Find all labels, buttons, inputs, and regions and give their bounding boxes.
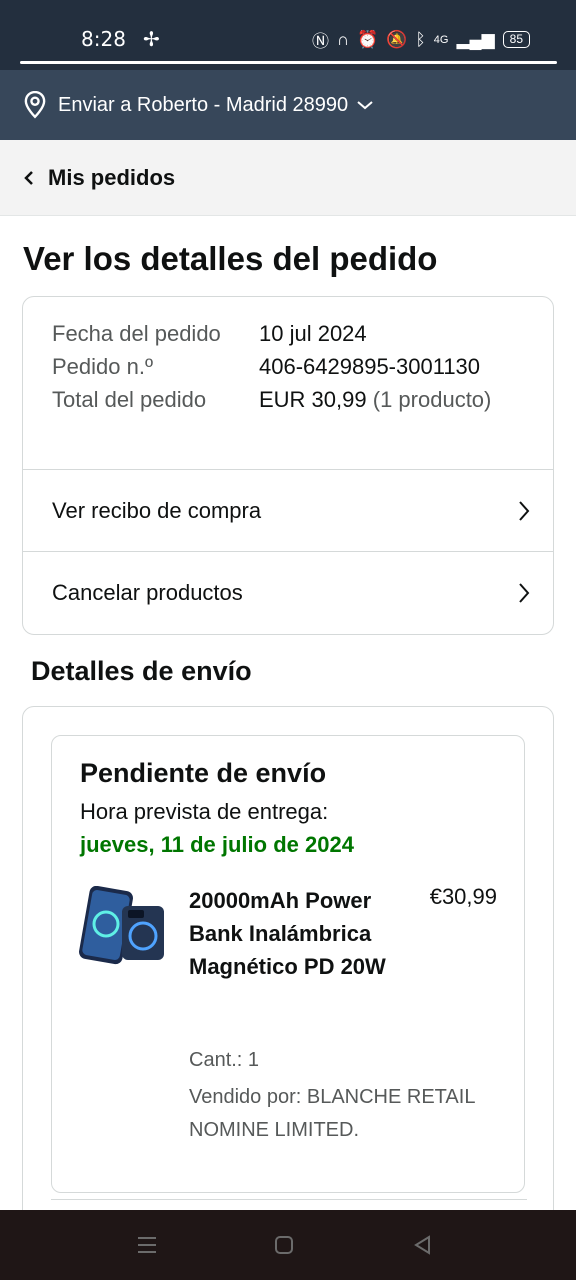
product-seller: Vendido por: BLANCHE RETAIL NOMINE LIMIT…	[189, 1086, 475, 1141]
view-receipt-link[interactable]: Ver recibo de compra	[23, 469, 553, 551]
view-receipt-label: Ver recibo de compra	[52, 497, 262, 523]
product-image[interactable]	[78, 886, 170, 968]
chevron-left-icon	[24, 170, 33, 185]
headphones-icon: ∩	[336, 29, 350, 49]
status-bar: 8:28 ✢ Ⓝ ∩ ⏰ 🔕 ᛒ 4G ▂▄▆ 85	[0, 0, 576, 70]
location-pin-icon	[24, 91, 46, 119]
chevron-right-icon	[519, 582, 530, 603]
order-number-row: Pedido n.º 406-6429895-3001130	[52, 350, 532, 383]
chevron-down-icon	[357, 101, 373, 110]
chevron-right-icon	[519, 500, 530, 521]
alarm-icon: ⏰	[357, 29, 379, 49]
breadcrumb[interactable]: Mis pedidos	[0, 140, 576, 216]
order-total-value: EUR 30,99 (1 producto)	[259, 383, 491, 416]
mute-icon: 🔕	[386, 29, 408, 49]
back-icon[interactable]	[412, 1234, 432, 1256]
cancel-products-label: Cancelar productos	[52, 579, 243, 605]
network-label: 4G	[433, 33, 449, 46]
order-total-amount: EUR 30,99	[259, 387, 367, 412]
status-icons: Ⓝ ∩ ⏰ 🔕 ᛒ 4G ▂▄▆ 85	[312, 27, 530, 52]
product-price: €30,99	[429, 884, 497, 909]
deliver-address: Enviar a Roberto - Madrid 28990	[58, 93, 349, 116]
order-number-label: Pedido n.º	[52, 354, 153, 379]
shipping-card: Pendiente de envío Hora prevista de entr…	[22, 706, 554, 1226]
shipping-section-title: Detalles de envío	[31, 656, 252, 686]
cancel-products-link[interactable]: Cancelar productos	[23, 551, 553, 633]
system-nav-bar	[0, 1210, 576, 1280]
back-link-label: Mis pedidos	[48, 164, 176, 190]
menu-icon[interactable]	[136, 1234, 158, 1256]
status-time: 8:28	[81, 27, 126, 51]
page-title: Ver los detalles del pedido	[23, 240, 438, 277]
deliver-to-bar[interactable]: Enviar a Roberto - Madrid 28990	[0, 70, 576, 140]
order-total-label: Total del pedido	[52, 387, 207, 412]
order-date-value: 10 jul 2024	[259, 321, 367, 346]
order-total-items: (1 producto)	[372, 387, 492, 412]
order-date-label: Fecha del pedido	[52, 321, 221, 346]
order-summary-card: Fecha del pedido 10 jul 2024 Pedido n.º …	[22, 296, 554, 635]
shipment-card: Pendiente de envío Hora prevista de entr…	[51, 735, 525, 1193]
product-title[interactable]: 20000mAh Power Bank Inalámbrica Magnétic…	[189, 884, 389, 983]
divider	[51, 1199, 527, 1200]
order-total-row: Total del pedido EUR 30,99 (1 producto)	[52, 383, 532, 416]
progress-underline	[20, 61, 557, 64]
nfc-icon: Ⓝ	[311, 32, 329, 51]
order-number-value: 406-6429895-3001130	[259, 354, 481, 379]
bluetooth-icon: ᛒ	[415, 29, 426, 49]
order-summary-rows: Fecha del pedido 10 jul 2024 Pedido n.º …	[52, 317, 532, 416]
fan-icon: ✢	[143, 29, 160, 51]
shipment-status: Pendiente de envío	[80, 758, 327, 788]
order-date-row: Fecha del pedido 10 jul 2024	[52, 317, 532, 350]
home-icon[interactable]	[274, 1234, 294, 1256]
battery-icon: 85	[502, 31, 530, 48]
signal-icon: ▂▄▆	[456, 29, 495, 49]
eta-label: Hora prevista de entrega:	[80, 799, 329, 824]
eta-date: jueves, 11 de julio de 2024	[80, 832, 354, 857]
product-quantity: Cant.: 1	[189, 1049, 260, 1071]
